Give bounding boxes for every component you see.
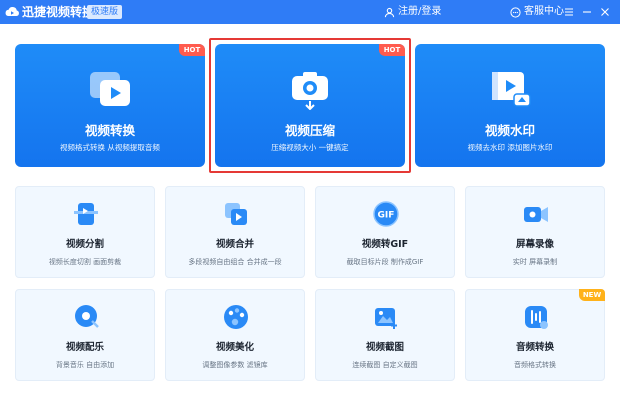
video-merge-card[interactable]: 视频合并 多段视频自由组合 合并成一段 — [165, 186, 305, 278]
audio-convert-card[interactable]: 音频转换 音频格式转换 NEW — [465, 289, 605, 381]
card-subtitle: 截取目标片段 制作成GIF — [346, 258, 424, 266]
card-title: 视频水印 — [484, 123, 535, 138]
video-split-icon — [74, 203, 98, 225]
card-subtitle: 连续截图 自定义截图 — [352, 361, 418, 369]
card-title: 视频截图 — [365, 342, 404, 353]
video-watermark-icon — [492, 72, 531, 107]
card-subtitle: 视频格式转换 从视频提取音频 — [60, 143, 160, 152]
menu-icon — [565, 8, 573, 16]
card-subtitle: 视频去水印 添加图片水印 — [467, 143, 553, 152]
video-convert-icon — [90, 72, 130, 106]
audio-convert-icon — [525, 306, 548, 329]
menu-button[interactable] — [562, 4, 576, 20]
video-screenshot-card[interactable]: 视频截图 连续截图 自定义截图 — [315, 289, 455, 381]
card-title: 视频压缩 — [284, 123, 335, 138]
app-logo-icon — [5, 7, 19, 16]
hot-badge: HOT — [379, 44, 405, 56]
card-subtitle: 背景音乐 自由添加 — [55, 361, 115, 369]
edition-badge: 极速版 — [87, 5, 123, 19]
card-title: 视频合并 — [215, 239, 254, 250]
card-title: 视频分割 — [65, 239, 104, 250]
music-icon — [75, 305, 99, 328]
title-bar: 迅捷视频转换器 极速版 注册/登录 客服中心 — [0, 0, 620, 24]
video-beautify-card[interactable]: 视频美化 调整图像参数 滤镜库 — [165, 289, 305, 381]
screen-record-icon — [524, 207, 548, 222]
user-icon — [384, 7, 395, 17]
customer-service-button[interactable]: 客服中心 — [510, 4, 564, 20]
video-to-gif-card[interactable]: GIF 视频转GIF 截取目标片段 制作成GIF — [315, 186, 455, 278]
card-subtitle: 多段视频自由组合 合并成一段 — [188, 258, 282, 266]
card-title: 视频美化 — [215, 342, 254, 353]
card-title: 屏幕录像 — [515, 239, 554, 250]
login-label: 注册/登录 — [398, 6, 442, 17]
card-title: 音频转换 — [515, 342, 554, 353]
video-compress-card[interactable]: 视频压缩 压缩视频大小 一键搞定 HOT — [215, 44, 405, 167]
video-watermark-card[interactable]: 视频水印 视频去水印 添加图片水印 — [415, 44, 605, 167]
hot-badge: HOT — [179, 44, 205, 56]
video-convert-card[interactable]: 视频转换 视频格式转换 从视频提取音频 HOT — [15, 44, 205, 167]
video-merge-icon — [225, 203, 247, 225]
close-button[interactable] — [598, 4, 612, 20]
video-music-card[interactable]: 视频配乐 背景音乐 自由添加 — [15, 289, 155, 381]
login-button[interactable]: 注册/登录 — [384, 4, 441, 20]
card-subtitle: 压缩视频大小 一键搞定 — [271, 143, 349, 152]
card-subtitle: 音频格式转换 — [514, 361, 556, 369]
new-badge: NEW — [579, 289, 605, 301]
close-icon — [601, 8, 609, 16]
minimize-button[interactable] — [580, 4, 594, 20]
palette-icon — [224, 305, 248, 329]
card-subtitle: 实时 屏幕录制 — [512, 258, 558, 266]
screen-record-card[interactable]: 屏幕录像 实时 屏幕录制 — [465, 186, 605, 278]
card-title: 视频配乐 — [65, 342, 104, 353]
screenshot-icon — [375, 308, 397, 329]
minimize-icon — [583, 11, 591, 13]
video-split-card[interactable]: 视频分割 视频长度切割 画面剪裁 — [15, 186, 155, 278]
card-title: 视频转换 — [84, 123, 135, 138]
card-subtitle: 视频长度切割 画面剪裁 — [48, 258, 122, 266]
gif-icon: GIF — [373, 201, 399, 227]
card-title: 视频转GIF — [361, 239, 409, 250]
customer-service-label: 客服中心 — [524, 6, 564, 17]
chat-bubble-icon — [510, 6, 521, 18]
card-subtitle: 调整图像参数 滤镜库 — [202, 361, 268, 369]
svg-text:GIF: GIF — [378, 211, 395, 221]
video-compress-icon — [292, 72, 328, 110]
